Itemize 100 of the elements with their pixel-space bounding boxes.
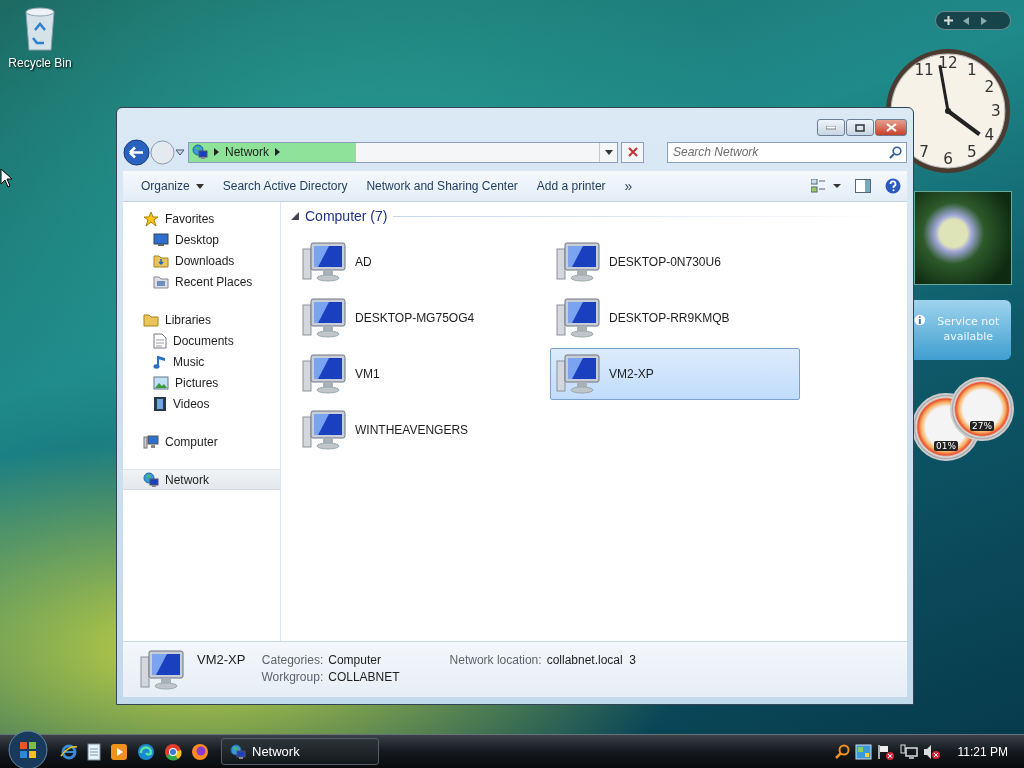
nav-label: Network <box>165 472 209 487</box>
maximize-button[interactable] <box>846 119 874 136</box>
computer-icon <box>301 241 349 283</box>
item-label: AD <box>355 255 372 269</box>
group-header[interactable]: Computer (7) <box>291 208 899 224</box>
clock-numeral: 11 <box>914 60 934 79</box>
letter-e-icon[interactable] <box>60 742 78 761</box>
arrows-icon[interactable] <box>963 16 987 25</box>
network-device-item[interactable]: VM1 <box>296 348 546 400</box>
folder-icon <box>143 312 159 327</box>
nav-label: Downloads <box>175 253 235 268</box>
detail-value: Computer <box>328 653 382 667</box>
globe-icon <box>230 743 246 760</box>
computer-icon <box>301 353 349 395</box>
computer-icon <box>301 409 349 451</box>
breadcrumb[interactable]: Network <box>225 145 269 159</box>
arrow-icon[interactable] <box>275 148 280 156</box>
globe-icon <box>192 144 208 160</box>
address-bar[interactable]: Network <box>188 141 619 163</box>
nav-item[interactable]: Favorites <box>123 208 280 229</box>
monitor-icon <box>153 232 169 247</box>
network-device-item[interactable]: DESKTOP-MG75OG4 <box>296 292 546 344</box>
fox-icon[interactable] <box>191 742 209 761</box>
clock-time: 11:21 PM <box>957 744 1008 759</box>
nav-label: Music <box>173 354 205 369</box>
stop-button[interactable] <box>621 141 644 163</box>
taskbar-button[interactable]: Network <box>221 738 379 765</box>
notepad-icon[interactable] <box>87 742 101 761</box>
music-note-icon <box>153 353 167 370</box>
group-title: Computer (7) <box>305 208 388 224</box>
meter-reading: 01% <box>934 441 958 451</box>
clock-numeral: 1 <box>967 60 977 79</box>
clock-numeral: 2 <box>984 78 995 97</box>
nav-item[interactable]: Documents <box>123 330 280 351</box>
detail-label: Network location: <box>449 653 542 667</box>
detail-label: Categories: <box>261 653 324 667</box>
clock-numeral: 4 <box>984 125 995 144</box>
gadget-toolbar[interactable] <box>935 11 1011 30</box>
close-icon <box>885 123 897 132</box>
clock-numeral: 7 <box>919 143 929 162</box>
nav-item[interactable]: Pictures <box>123 372 280 393</box>
nav-item[interactable]: Desktop <box>123 229 280 250</box>
desktop-icon-label[interactable]: Recycle Bin <box>8 56 72 70</box>
toolbar-button[interactable]: Network and Sharing Center <box>360 175 531 197</box>
search-field[interactable]: Search Network <box>667 141 907 163</box>
computer-icon <box>143 434 159 449</box>
network-icon[interactable] <box>899 743 918 760</box>
preview-pane-icon[interactable] <box>855 179 871 193</box>
close-button[interactable] <box>875 119 907 136</box>
more-commands-button[interactable]: » <box>618 178 639 194</box>
item-label: VM2-XP <box>609 367 654 381</box>
network-device-item[interactable]: DESKTOP-RR9KMQB <box>550 292 800 344</box>
nav-item[interactable]: Libraries <box>123 309 280 330</box>
network-device-item[interactable]: WINTHEAVENGERS <box>296 404 546 456</box>
arrow-icon[interactable] <box>214 148 219 156</box>
close-icon <box>627 147 638 157</box>
nav-label: Pictures <box>175 375 219 390</box>
network-device-item[interactable]: VM2-XP <box>550 348 800 400</box>
dropdown-icon[interactable] <box>175 148 185 156</box>
start-button[interactable] <box>8 729 48 768</box>
search-icon[interactable] <box>833 743 850 760</box>
toolbar-button[interactable]: Organize <box>135 175 217 197</box>
back-button[interactable] <box>123 138 150 166</box>
search-icon[interactable] <box>889 145 902 159</box>
nav-item[interactable]: Videos <box>123 393 280 414</box>
ring-icon[interactable] <box>164 742 182 761</box>
swirl-icon[interactable] <box>137 742 155 761</box>
nav-label: Desktop <box>175 232 220 247</box>
item-label: DESKTOP-RR9KMQB <box>609 311 730 325</box>
nav-item[interactable]: Network <box>123 469 280 490</box>
detail-value: COLLABNET <box>328 670 400 684</box>
detail-name: VM2-XP <box>197 652 246 667</box>
minimize-button[interactable] <box>817 119 845 136</box>
nav-item[interactable]: Computer <box>123 431 280 452</box>
network-device-item[interactable]: DESKTOP-0N730U6 <box>550 236 800 288</box>
toolbar-button[interactable]: Add a printer <box>530 175 619 197</box>
caret-icon <box>195 183 204 189</box>
detail-value: collabnet.local 3 <box>546 653 636 667</box>
meter-reading: 27% <box>970 421 994 431</box>
nav-item[interactable]: Downloads <box>123 250 280 271</box>
help-icon[interactable] <box>885 178 901 194</box>
computer-icon <box>301 297 349 339</box>
plus-icon[interactable] <box>944 16 953 25</box>
nav-item[interactable]: Music <box>123 351 280 372</box>
speaker-muted-icon[interactable] <box>922 743 941 760</box>
views-icon[interactable] <box>811 179 841 193</box>
item-label: VM1 <box>355 367 380 381</box>
document-icon <box>153 332 167 349</box>
play-icon[interactable] <box>110 742 128 761</box>
network-device-item[interactable]: AD <box>296 236 546 288</box>
windows-grid-icon[interactable] <box>854 743 872 760</box>
folder-icon <box>153 253 169 268</box>
flag-icon[interactable] <box>876 743 895 760</box>
toolbar-button[interactable]: Search Active Directory <box>216 175 361 197</box>
nav-item[interactable]: Recent Places <box>123 271 280 292</box>
film-icon <box>153 395 167 412</box>
collapse-icon[interactable] <box>291 212 299 220</box>
weather-message: Service not available <box>936 314 1001 345</box>
item-label: DESKTOP-MG75OG4 <box>355 311 475 325</box>
computer-icon <box>139 648 187 692</box>
